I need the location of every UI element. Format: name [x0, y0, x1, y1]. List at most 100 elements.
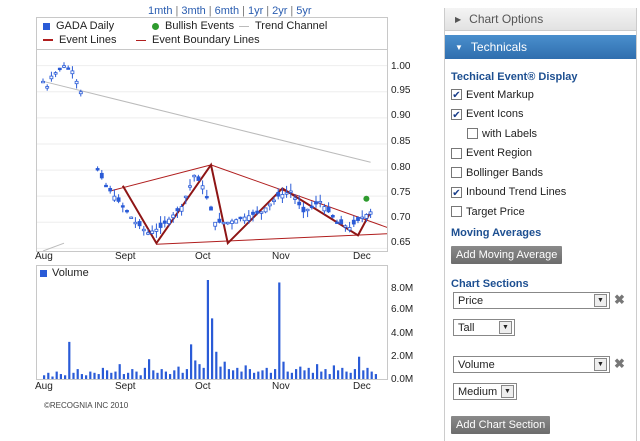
period-link-1yr[interactable]: 1yr — [248, 5, 263, 17]
section1-size-select[interactable]: Tall ▼ — [453, 319, 515, 336]
volume-y-tick: 0.0M — [391, 374, 414, 385]
volume-y-tick: 8.0M — [391, 283, 414, 294]
volume-chart[interactable] — [37, 266, 387, 379]
caret-down-icon: ▼ — [455, 42, 463, 52]
option-label: Event Region — [466, 147, 533, 160]
legend-label: Bullish Events — [165, 20, 235, 32]
section1-type-select[interactable]: Price ▼ — [453, 292, 610, 309]
section2-size-select[interactable]: Medium ▼ — [453, 383, 517, 400]
volume-bar — [198, 364, 201, 379]
separator: | — [242, 5, 245, 17]
price-chart[interactable] — [37, 50, 387, 251]
add-moving-average-button[interactable]: Add Moving Average — [451, 245, 563, 264]
candle-body — [204, 196, 209, 199]
option-label: Bollinger Bands — [466, 166, 544, 179]
chart-options-label: Chart Options — [469, 12, 544, 26]
period-link-5yr[interactable]: 5yr — [296, 5, 311, 17]
add-chart-section-button[interactable]: Add Chart Section — [451, 416, 551, 434]
chart-options-header[interactable]: ▶ Chart Options — [445, 8, 636, 31]
candle-body — [364, 214, 369, 219]
candle-body — [146, 232, 150, 235]
legend-label: Trend Channel — [255, 20, 328, 32]
option-event-icons[interactable]: ✔ Event Icons — [451, 105, 636, 125]
candle-body — [133, 221, 138, 225]
checkbox[interactable] — [451, 167, 462, 179]
volume-bar — [59, 374, 62, 379]
volume-bar — [181, 372, 184, 379]
volume-bar — [274, 369, 277, 379]
volume-bar — [47, 372, 50, 379]
square-icon — [43, 22, 50, 30]
candle-body — [238, 216, 243, 220]
volume-bar — [135, 371, 138, 379]
event-boundary-line — [156, 233, 387, 245]
option-label: Event Icons — [466, 108, 524, 121]
remove-section1-icon[interactable]: ✖ — [614, 292, 625, 308]
candle-body — [45, 86, 50, 89]
option-target-price[interactable]: Target Price — [451, 202, 636, 222]
volume-bar — [173, 370, 176, 379]
option-bollinger-bands[interactable]: Bollinger Bands — [451, 163, 636, 183]
option-label: Inbound Trend Lines — [466, 186, 567, 199]
candle-body — [251, 211, 255, 215]
checkbox[interactable]: ✔ — [451, 108, 462, 121]
volume-bar — [257, 371, 260, 379]
period-link-1mth[interactable]: 1mth — [148, 5, 172, 17]
candle-body — [225, 221, 230, 225]
technicals-header[interactable]: ▼ Technicals — [445, 35, 636, 59]
option-inbound-trend-lines[interactable]: ✔ Inbound Trend Lines — [451, 183, 636, 203]
candle-body — [49, 75, 54, 80]
volume-bar — [278, 282, 281, 379]
volume-bar — [265, 367, 268, 379]
option-with-labels[interactable]: with Labels — [451, 124, 636, 144]
candle-body — [175, 208, 180, 212]
volume-bar — [299, 366, 302, 379]
candle-body — [70, 70, 75, 75]
candle-body — [108, 187, 113, 192]
candle-body — [246, 215, 251, 221]
checkbox[interactable]: ✔ — [451, 89, 462, 101]
option-event-markup[interactable]: ✔ Event Markup — [451, 85, 636, 105]
period-link-2yr[interactable]: 2yr — [272, 5, 287, 17]
volume-bar — [55, 371, 58, 379]
volume-bar — [164, 371, 167, 379]
volume-bar — [152, 370, 155, 379]
period-link-3mth[interactable]: 3mth — [181, 5, 205, 17]
volume-bar — [51, 376, 54, 379]
checkbox[interactable] — [451, 147, 462, 159]
volume-bar — [68, 341, 71, 379]
candle-body — [326, 206, 331, 213]
option-label: Event Markup — [466, 88, 534, 101]
price-y-tick: 0.70 — [391, 212, 411, 223]
candle-body — [196, 176, 201, 181]
checkbox[interactable] — [451, 206, 462, 218]
copyright-text: ©RECOGNIA INC 2010 — [44, 401, 129, 410]
volume-bar — [366, 367, 369, 379]
legend-item-event-boundary-lines: Event Boundary Lines — [136, 34, 260, 46]
option-event-region[interactable]: Event Region — [451, 144, 636, 164]
price-y-tick: 0.80 — [391, 162, 411, 173]
price-x-tick: Aug — [35, 251, 53, 262]
volume-bar — [190, 344, 193, 379]
option-label: Target Price — [466, 205, 525, 218]
candle-body — [158, 222, 163, 228]
section2-type-select[interactable]: Volume ▼ — [453, 356, 610, 373]
volume-bar — [286, 371, 289, 379]
volume-bar — [127, 372, 130, 379]
remove-section2-icon[interactable]: ✖ — [614, 356, 625, 372]
volume-bar — [253, 372, 256, 379]
checkbox[interactable] — [467, 128, 478, 140]
volume-bar — [114, 371, 117, 379]
candle-body — [57, 67, 62, 71]
checkbox[interactable]: ✔ — [451, 186, 462, 199]
volume-label: Volume — [52, 267, 89, 279]
volume-bar — [324, 369, 327, 379]
volume-bar — [295, 369, 298, 379]
candle-body — [234, 219, 239, 224]
period-link-6mth[interactable]: 6mth — [215, 5, 239, 17]
candle-body — [301, 206, 306, 213]
price-x-tick: Sept — [115, 251, 136, 262]
legend-item-bullish-events: Bullish Events — [152, 20, 234, 32]
volume-bar — [311, 372, 314, 379]
volume-bar — [332, 365, 335, 379]
